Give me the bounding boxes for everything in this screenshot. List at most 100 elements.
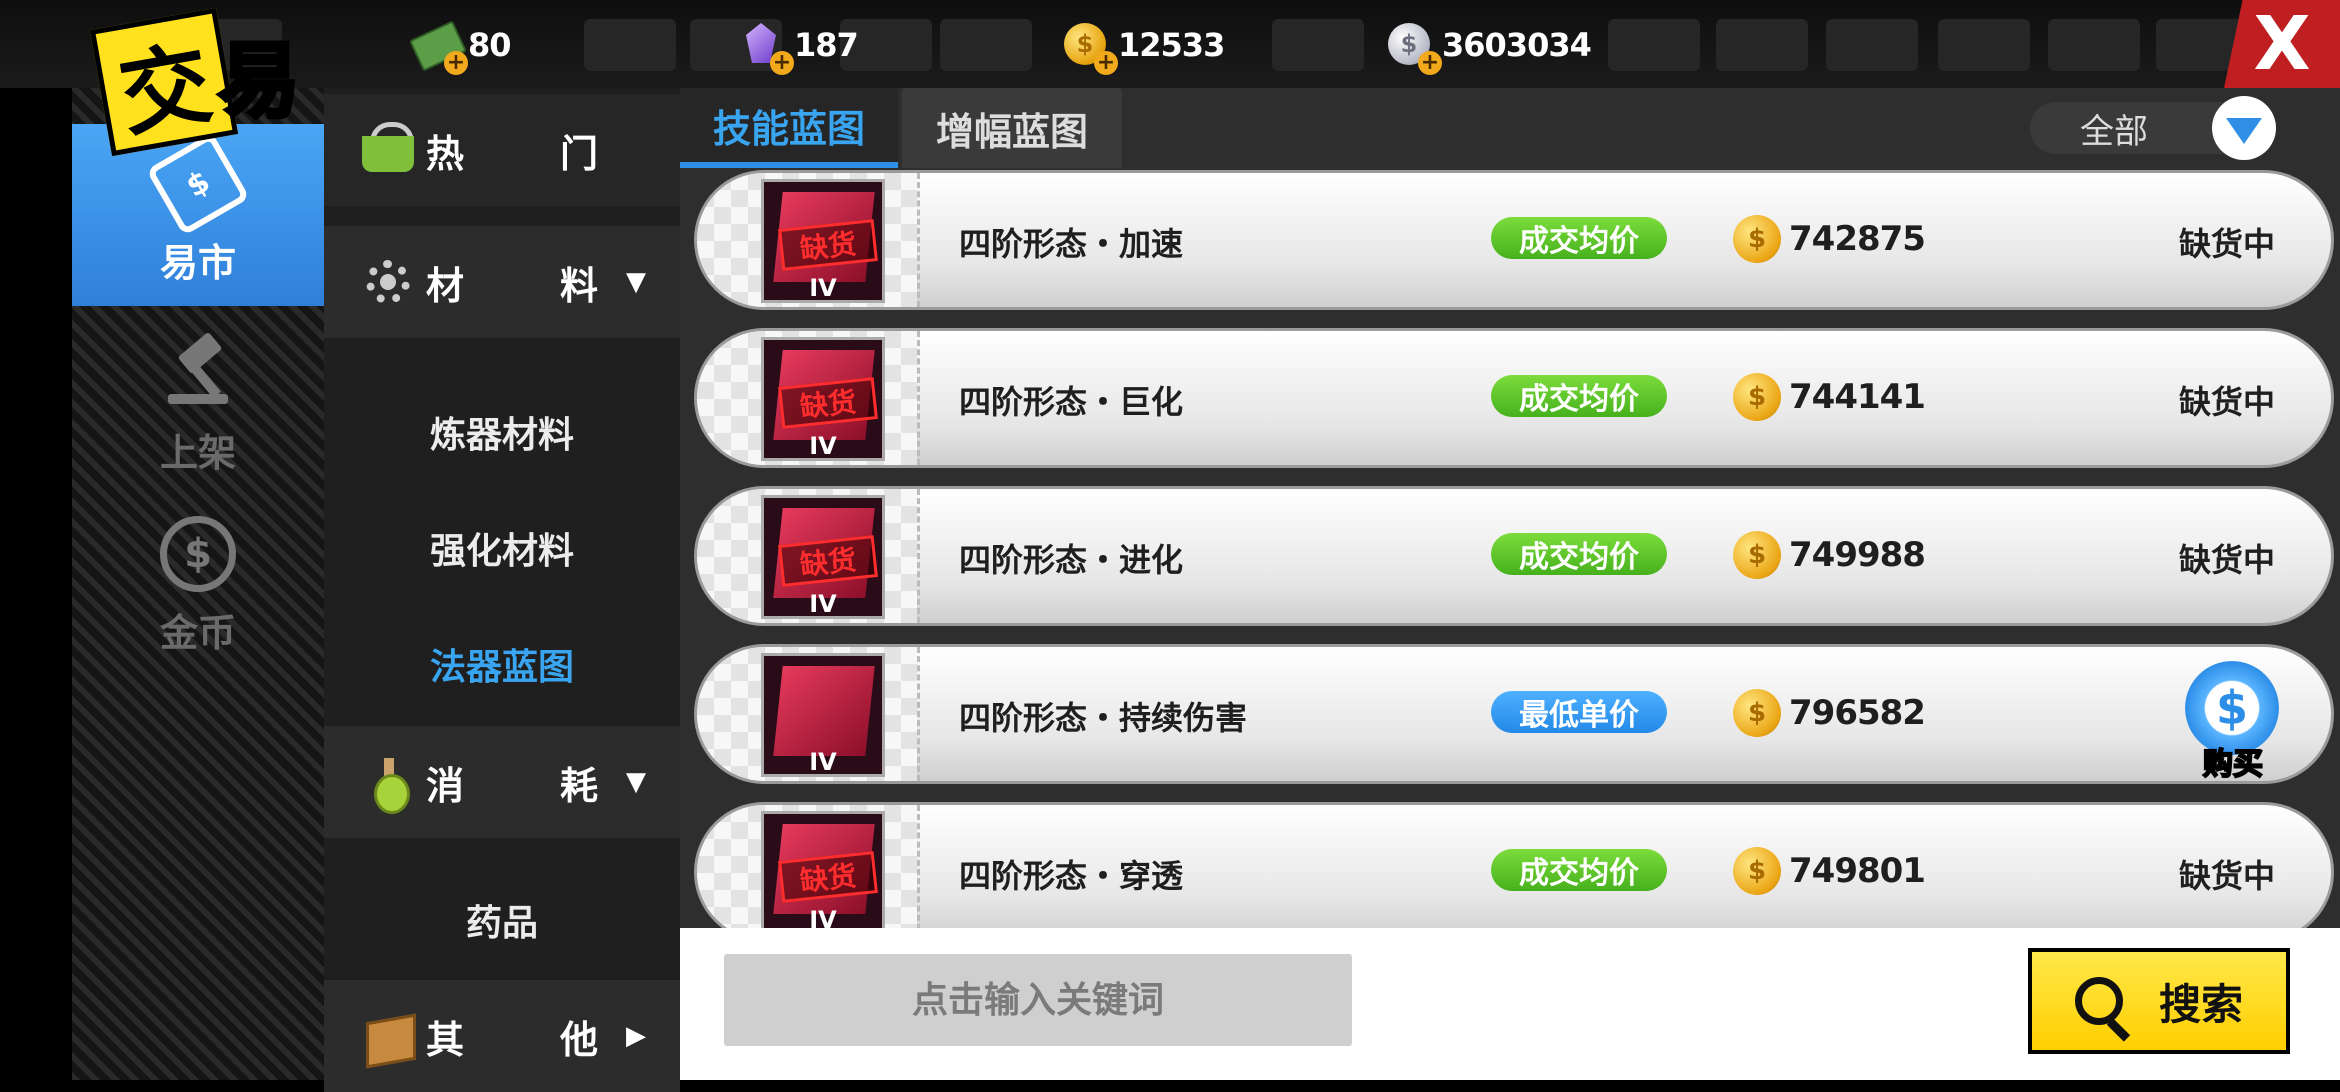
- rank-label: IV: [809, 748, 837, 776]
- item-name: 四阶形态・穿透: [959, 857, 1184, 895]
- search-button[interactable]: 搜索: [2028, 948, 2290, 1054]
- subcategory-refining-materials[interactable]: 炼器材料: [324, 374, 680, 490]
- silver-currency[interactable]: $ + 3603034: [1384, 14, 1592, 76]
- currency-slot: [1826, 19, 1918, 71]
- list-item[interactable]: 缺货 IV 四阶形态・穿透 成交均价 $ 749801 缺货中: [694, 802, 2334, 928]
- nav-label: 易市: [159, 241, 236, 285]
- gold-coin-icon: $: [1733, 689, 1781, 737]
- close-button[interactable]: X: [2224, 0, 2340, 88]
- silver-value: 3603034: [1442, 26, 1592, 64]
- category-label: 材: [426, 263, 465, 308]
- price-type-badge: 成交均价: [1491, 533, 1667, 575]
- gold-value: 12533: [1118, 26, 1225, 64]
- currency-slot: [1608, 19, 1700, 71]
- category-label: 热: [426, 131, 465, 176]
- price-type-badge: 最低单价: [1491, 691, 1667, 733]
- logo-char-2: 易: [216, 31, 302, 131]
- subcategory-medicine[interactable]: 药品: [324, 862, 680, 978]
- currency-slot: [1716, 19, 1808, 71]
- category-others[interactable]: 其 他 ▶: [324, 980, 680, 1092]
- logo-char-1: 交: [89, 7, 239, 157]
- price-tag-icon: $: [146, 132, 250, 236]
- item-name: 四阶形态・巨化: [959, 383, 1184, 421]
- diamond-currency[interactable]: + 187: [736, 14, 859, 76]
- cash-icon: +: [409, 19, 468, 75]
- buy-label: 购买: [2202, 746, 2264, 783]
- nav-item-gold[interactable]: $ 金币: [72, 494, 324, 674]
- basket-icon: [360, 122, 416, 178]
- item-price: 749988: [1789, 535, 1926, 575]
- add-icon: +: [444, 51, 468, 75]
- item-price: 796582: [1789, 693, 1926, 733]
- nav-label: 上架: [159, 431, 236, 475]
- price-type-badge: 成交均价: [1491, 849, 1667, 891]
- item-price: 742875: [1789, 219, 1926, 259]
- gold-coin-icon: $: [1733, 847, 1781, 895]
- nav-item-listing[interactable]: 上架: [72, 314, 324, 494]
- item-price: 749801: [1789, 851, 1926, 891]
- subcategory-enhance-materials[interactable]: 强化材料: [324, 490, 680, 606]
- currency-slot: [1272, 19, 1364, 71]
- blueprint-book-icon: 缺货 IV: [761, 337, 885, 461]
- tab-skill-blueprints[interactable]: 技能蓝图: [680, 88, 898, 168]
- filter-dropdown[interactable]: 全部: [2030, 96, 2276, 160]
- chevron-down-icon: [2212, 96, 2276, 160]
- rank-label: IV: [809, 906, 837, 928]
- item-list[interactable]: 缺货 IV 四阶形态・加速 成交均价 $ 742875 缺货中 缺货 IV 四阶…: [680, 170, 2340, 928]
- search-icon: [2074, 977, 2123, 1025]
- gold-coin-icon: $ +: [1060, 19, 1118, 75]
- category-hot[interactable]: 热 门: [324, 94, 680, 206]
- blueprint-book-icon: 缺货 IV: [761, 811, 885, 928]
- currency-slot: [940, 19, 1032, 71]
- nav-item-market[interactable]: $ 易市: [72, 124, 324, 306]
- rank-label: IV: [809, 274, 837, 302]
- buy-button[interactable]: $ 购买: [2181, 657, 2285, 783]
- category-label: 门: [560, 131, 599, 176]
- cash-currency[interactable]: + 80: [409, 14, 512, 76]
- gear-icon: [360, 254, 416, 310]
- gold-coin-icon: $: [1733, 373, 1781, 421]
- box-icon: [360, 1008, 416, 1069]
- coin-icon: $: [158, 516, 238, 596]
- item-name: 四阶形态・进化: [959, 541, 1184, 579]
- search-input[interactable]: [724, 954, 1352, 1046]
- category-label: 消: [426, 763, 465, 808]
- category-label: 耗: [560, 763, 599, 808]
- list-item[interactable]: 缺货 IV 四阶形态・进化 成交均价 $ 749988 缺货中: [694, 486, 2334, 626]
- currency-slot: [2048, 19, 2140, 71]
- item-name: 四阶形态・持续伤害: [959, 699, 1248, 737]
- rank-label: IV: [809, 590, 837, 618]
- tab-amplify-blueprints[interactable]: 增幅蓝图: [902, 88, 1122, 168]
- stock-status: 缺货中: [2179, 225, 2276, 263]
- stock-status: 缺货中: [2179, 857, 2276, 895]
- main-panel: 技能蓝图 增幅蓝图 全部 缺货 IV 四阶形态・加速 成交均价 $ 742875…: [680, 88, 2340, 928]
- gold-coin-icon: $: [1733, 531, 1781, 579]
- currency-slot: [584, 19, 676, 71]
- price-type-badge: 成交均价: [1491, 217, 1667, 259]
- auction-hammer-icon: [158, 331, 238, 416]
- rank-label: IV: [809, 432, 837, 460]
- blueprint-book-icon: IV: [761, 653, 885, 777]
- currency-slot: [1938, 19, 2030, 71]
- list-item[interactable]: 缺货 IV 四阶形态・加速 成交均价 $ 742875 缺货中: [694, 170, 2334, 310]
- search-label: 搜索: [2158, 979, 2243, 1029]
- add-icon: +: [770, 51, 794, 75]
- subcategory-artifact-blueprints[interactable]: 法器蓝图: [324, 606, 680, 722]
- category-consumables[interactable]: 消 耗 ▼: [324, 726, 680, 838]
- list-item[interactable]: IV 四阶形态・持续伤害 最低单价 $ 796582 $ 购买: [694, 644, 2334, 784]
- category-label: 料: [560, 263, 599, 308]
- silver-coin-icon: $ +: [1384, 19, 1442, 75]
- category-label: 其: [426, 1017, 465, 1062]
- add-icon: +: [1094, 51, 1118, 75]
- stock-status: 缺货中: [2179, 541, 2276, 579]
- gold-currency[interactable]: $ + 12533: [1060, 14, 1225, 76]
- left-nav: $ 易市 上架 $ 金币: [72, 88, 324, 1080]
- category-materials[interactable]: 材 料 ▼: [324, 226, 680, 338]
- list-item[interactable]: 缺货 IV 四阶形态・巨化 成交均价 $ 744141 缺货中: [694, 328, 2334, 468]
- cash-value: 80: [468, 26, 512, 64]
- blueprint-book-icon: 缺货 IV: [761, 495, 885, 619]
- item-price: 744141: [1789, 377, 1926, 417]
- stock-status: 缺货中: [2179, 383, 2276, 421]
- gold-coin-icon: $: [1733, 215, 1781, 263]
- item-name: 四阶形态・加速: [959, 225, 1184, 263]
